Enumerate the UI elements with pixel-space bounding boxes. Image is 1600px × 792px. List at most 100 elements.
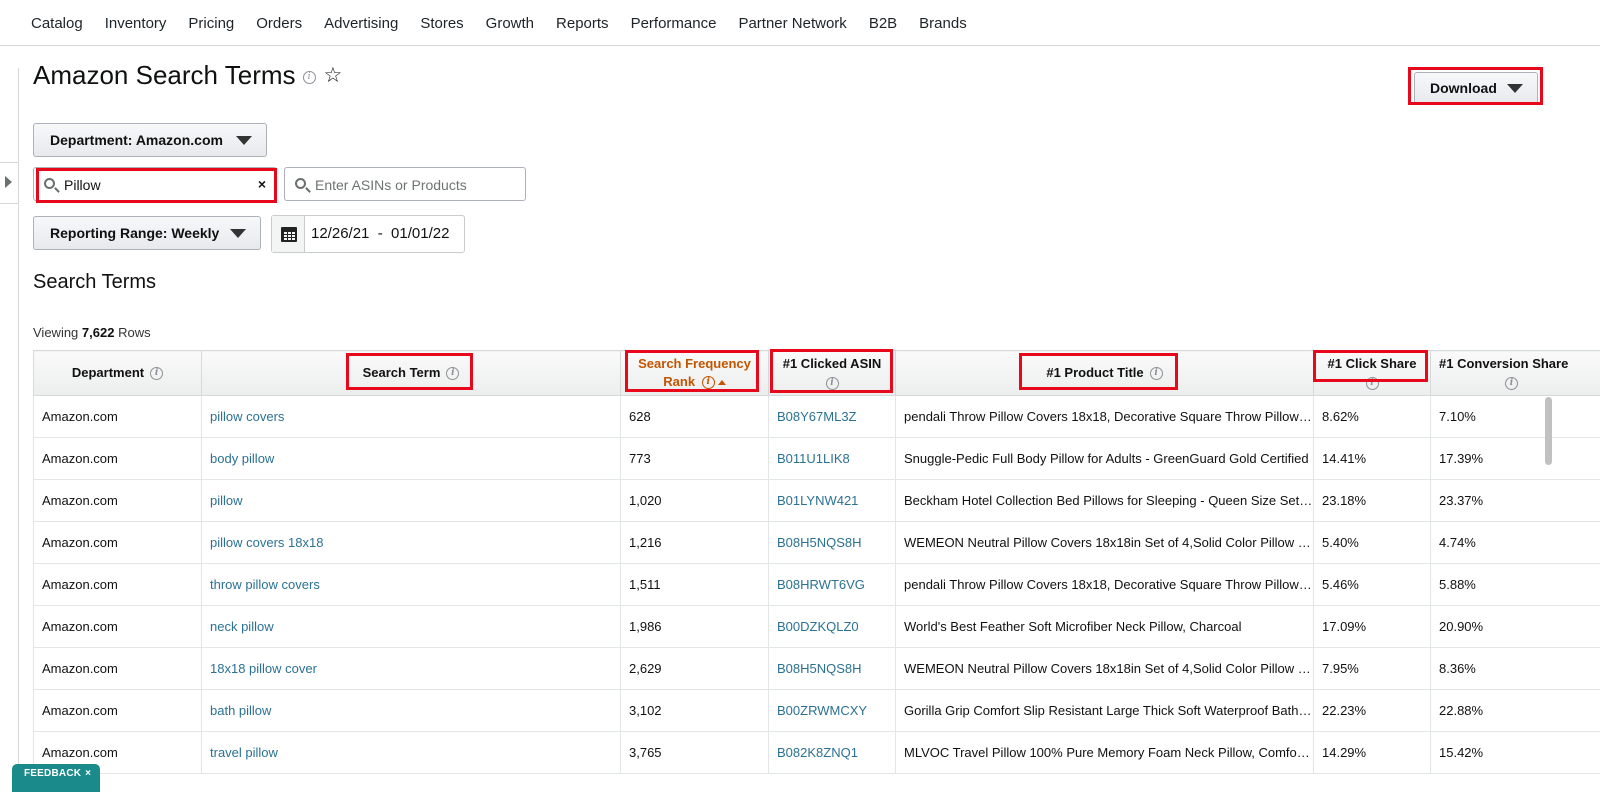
expand-panel-button[interactable] xyxy=(0,162,19,204)
cell-click-share: 8.62% xyxy=(1313,395,1431,438)
column-header-product-title[interactable]: #1 Product Title i xyxy=(895,350,1314,396)
cell-click-share: 5.46% xyxy=(1313,563,1431,606)
search-icon xyxy=(44,178,55,189)
cell-product-title: MLVOC Travel Pillow 100% Pure Memory Foa… xyxy=(895,731,1314,774)
cell-product-title: Snuggle-Pedic Full Body Pillow for Adult… xyxy=(895,437,1314,480)
reporting-range-dropdown[interactable]: Reporting Range: Weekly xyxy=(33,216,261,250)
date-range-picker[interactable]: 12/26/21 - 01/01/22 xyxy=(271,215,465,253)
info-icon[interactable]: i xyxy=(1505,377,1518,391)
cell-search-term[interactable]: neck pillow xyxy=(201,605,621,648)
cell-search-term[interactable]: throw pillow covers xyxy=(201,563,621,606)
calendar-button[interactable] xyxy=(272,216,305,252)
download-button[interactable]: Download xyxy=(1414,72,1538,104)
header-label-line2-wrap: Rank i xyxy=(621,373,768,391)
cell-search-term[interactable]: 18x18 pillow cover xyxy=(201,647,621,690)
cell-clicked-asin[interactable]: B08HRWT6VG xyxy=(768,563,896,606)
nav-item-partner-network[interactable]: Partner Network xyxy=(738,15,846,32)
asin-input[interactable] xyxy=(315,175,515,195)
table-row: Amazon.com pillow covers 18x18 1,216 B08H5N… xyxy=(33,521,1600,564)
cell-search-frequency-rank: 773 xyxy=(620,437,769,480)
cell-department: Amazon.com xyxy=(33,395,202,438)
info-icon[interactable]: i xyxy=(446,367,460,381)
caret-down-icon xyxy=(236,136,252,145)
table-scrollbar[interactable] xyxy=(1545,397,1552,465)
cell-search-frequency-rank: 2,629 xyxy=(620,647,769,690)
nav-item-reports[interactable]: Reports xyxy=(556,15,609,32)
department-dropdown[interactable]: Department: Amazon.com xyxy=(33,123,267,157)
cell-click-share: 23.18% xyxy=(1313,479,1431,522)
table-row: Amazon.com neck pillow 1,986 B00DZKQLZ0 Worl… xyxy=(33,605,1600,648)
cell-clicked-asin[interactable]: B00ZRWMCXY xyxy=(768,689,896,732)
nav-item-performance[interactable]: Performance xyxy=(631,15,717,32)
info-icon[interactable]: i xyxy=(1149,367,1163,381)
nav-item-inventory[interactable]: Inventory xyxy=(105,15,167,32)
nav-item-brands[interactable]: Brands xyxy=(919,15,967,32)
column-header-department[interactable]: Department i xyxy=(33,350,202,396)
column-header-search-term[interactable]: Search Term i xyxy=(201,350,621,396)
cell-conversion-share: 15.42% xyxy=(1430,731,1600,774)
close-icon[interactable]: × xyxy=(85,768,91,779)
nav-item-pricing[interactable]: Pricing xyxy=(188,15,234,32)
page-title: Amazon Search Terms xyxy=(33,60,296,90)
cell-product-title: World's Best Feather Soft Microfiber Nec… xyxy=(895,605,1314,648)
table-row: Amazon.com bath pillow 3,102 B00ZRWMCXY Gori… xyxy=(33,689,1600,732)
cell-search-term[interactable]: pillow covers xyxy=(201,395,621,438)
column-header-conversion-share[interactable]: #1 Conversion Share i xyxy=(1430,350,1600,396)
cell-clicked-asin[interactable]: B08H5NQS8H xyxy=(768,521,896,564)
section-title: Search Terms xyxy=(33,271,157,293)
header-label: #1 Conversion Share xyxy=(1439,356,1569,371)
row-count: 7,622 xyxy=(81,325,115,340)
nav-item-b2b[interactable]: B2B xyxy=(869,15,897,32)
caret-down-icon xyxy=(1507,84,1523,93)
info-icon[interactable]: i xyxy=(1365,377,1379,391)
cell-clicked-asin[interactable]: B01LYNW421 xyxy=(768,479,896,522)
cell-clicked-asin[interactable]: B011U1LIK8 xyxy=(768,437,896,480)
cell-search-term[interactable]: body pillow xyxy=(201,437,621,480)
nav-item-catalog[interactable]: Catalog xyxy=(31,15,83,32)
star-icon[interactable]: ☆ xyxy=(324,65,343,86)
nav-item-stores[interactable]: Stores xyxy=(420,15,463,32)
viewing-suffix: Rows xyxy=(118,325,151,340)
cell-department: Amazon.com xyxy=(33,605,202,648)
cell-clicked-asin[interactable]: B00DZKQLZ0 xyxy=(768,605,896,648)
sort-up-icon[interactable] xyxy=(717,380,726,386)
column-header-click-share[interactable]: #1 Click Share i xyxy=(1313,350,1431,396)
cell-click-share: 14.29% xyxy=(1313,731,1431,774)
feedback-button[interactable]: FEEDBACK × xyxy=(12,764,100,792)
column-header-search-frequency-rank[interactable]: Search Frequency Rank i xyxy=(620,350,769,396)
cell-search-term[interactable]: pillow xyxy=(201,479,621,522)
cell-clicked-asin[interactable]: B082K8ZNQ1 xyxy=(768,731,896,774)
nav-item-advertising[interactable]: Advertising xyxy=(324,15,398,32)
nav-item-orders[interactable]: Orders xyxy=(256,15,302,32)
cell-search-term[interactable]: pillow covers 18x18 xyxy=(201,521,621,564)
cell-click-share: 7.95% xyxy=(1313,647,1431,690)
nav-item-growth[interactable]: Growth xyxy=(486,15,534,32)
cell-department: Amazon.com xyxy=(33,437,202,480)
info-icon[interactable]: i xyxy=(825,377,839,391)
cell-conversion-share: 22.88% xyxy=(1430,689,1600,732)
page-title-row: Amazon Search Terms i ☆ xyxy=(33,60,342,91)
cell-clicked-asin[interactable]: B08Y67ML3Z xyxy=(768,395,896,438)
info-icon[interactable]: i xyxy=(150,367,164,381)
cell-conversion-share: 8.36% xyxy=(1430,647,1600,690)
table-row: Amazon.com travel pillow 3,765 B082K8ZNQ1 ML… xyxy=(33,731,1600,774)
header-info-wrap: i xyxy=(1439,373,1600,391)
cell-department: Amazon.com xyxy=(33,689,202,732)
cell-search-term[interactable]: bath pillow xyxy=(201,689,621,732)
cell-clicked-asin[interactable]: B08H5NQS8H xyxy=(768,647,896,690)
cell-click-share: 14.41% xyxy=(1313,437,1431,480)
cell-product-title: WEMEON Neutral Pillow Covers 18x18in Set… xyxy=(895,647,1314,690)
cell-search-frequency-rank: 1,511 xyxy=(620,563,769,606)
cell-conversion-share: 5.88% xyxy=(1430,563,1600,606)
cell-department: Amazon.com xyxy=(33,521,202,564)
info-icon[interactable]: i xyxy=(701,376,715,390)
clear-icon[interactable]: × xyxy=(258,176,266,192)
column-header-clicked-asin[interactable]: #1 Clicked ASIN i xyxy=(768,350,896,396)
top-nav-list: Catalog Inventory Pricing Orders Advertising… xyxy=(0,0,1600,46)
cell-search-term[interactable]: travel pillow xyxy=(201,731,621,774)
info-icon[interactable]: i xyxy=(302,71,316,84)
cell-search-frequency-rank: 1,216 xyxy=(620,521,769,564)
cell-search-frequency-rank: 3,765 xyxy=(620,731,769,774)
search-term-input[interactable] xyxy=(64,175,254,195)
header-label-line1: Search Frequency xyxy=(638,356,751,371)
